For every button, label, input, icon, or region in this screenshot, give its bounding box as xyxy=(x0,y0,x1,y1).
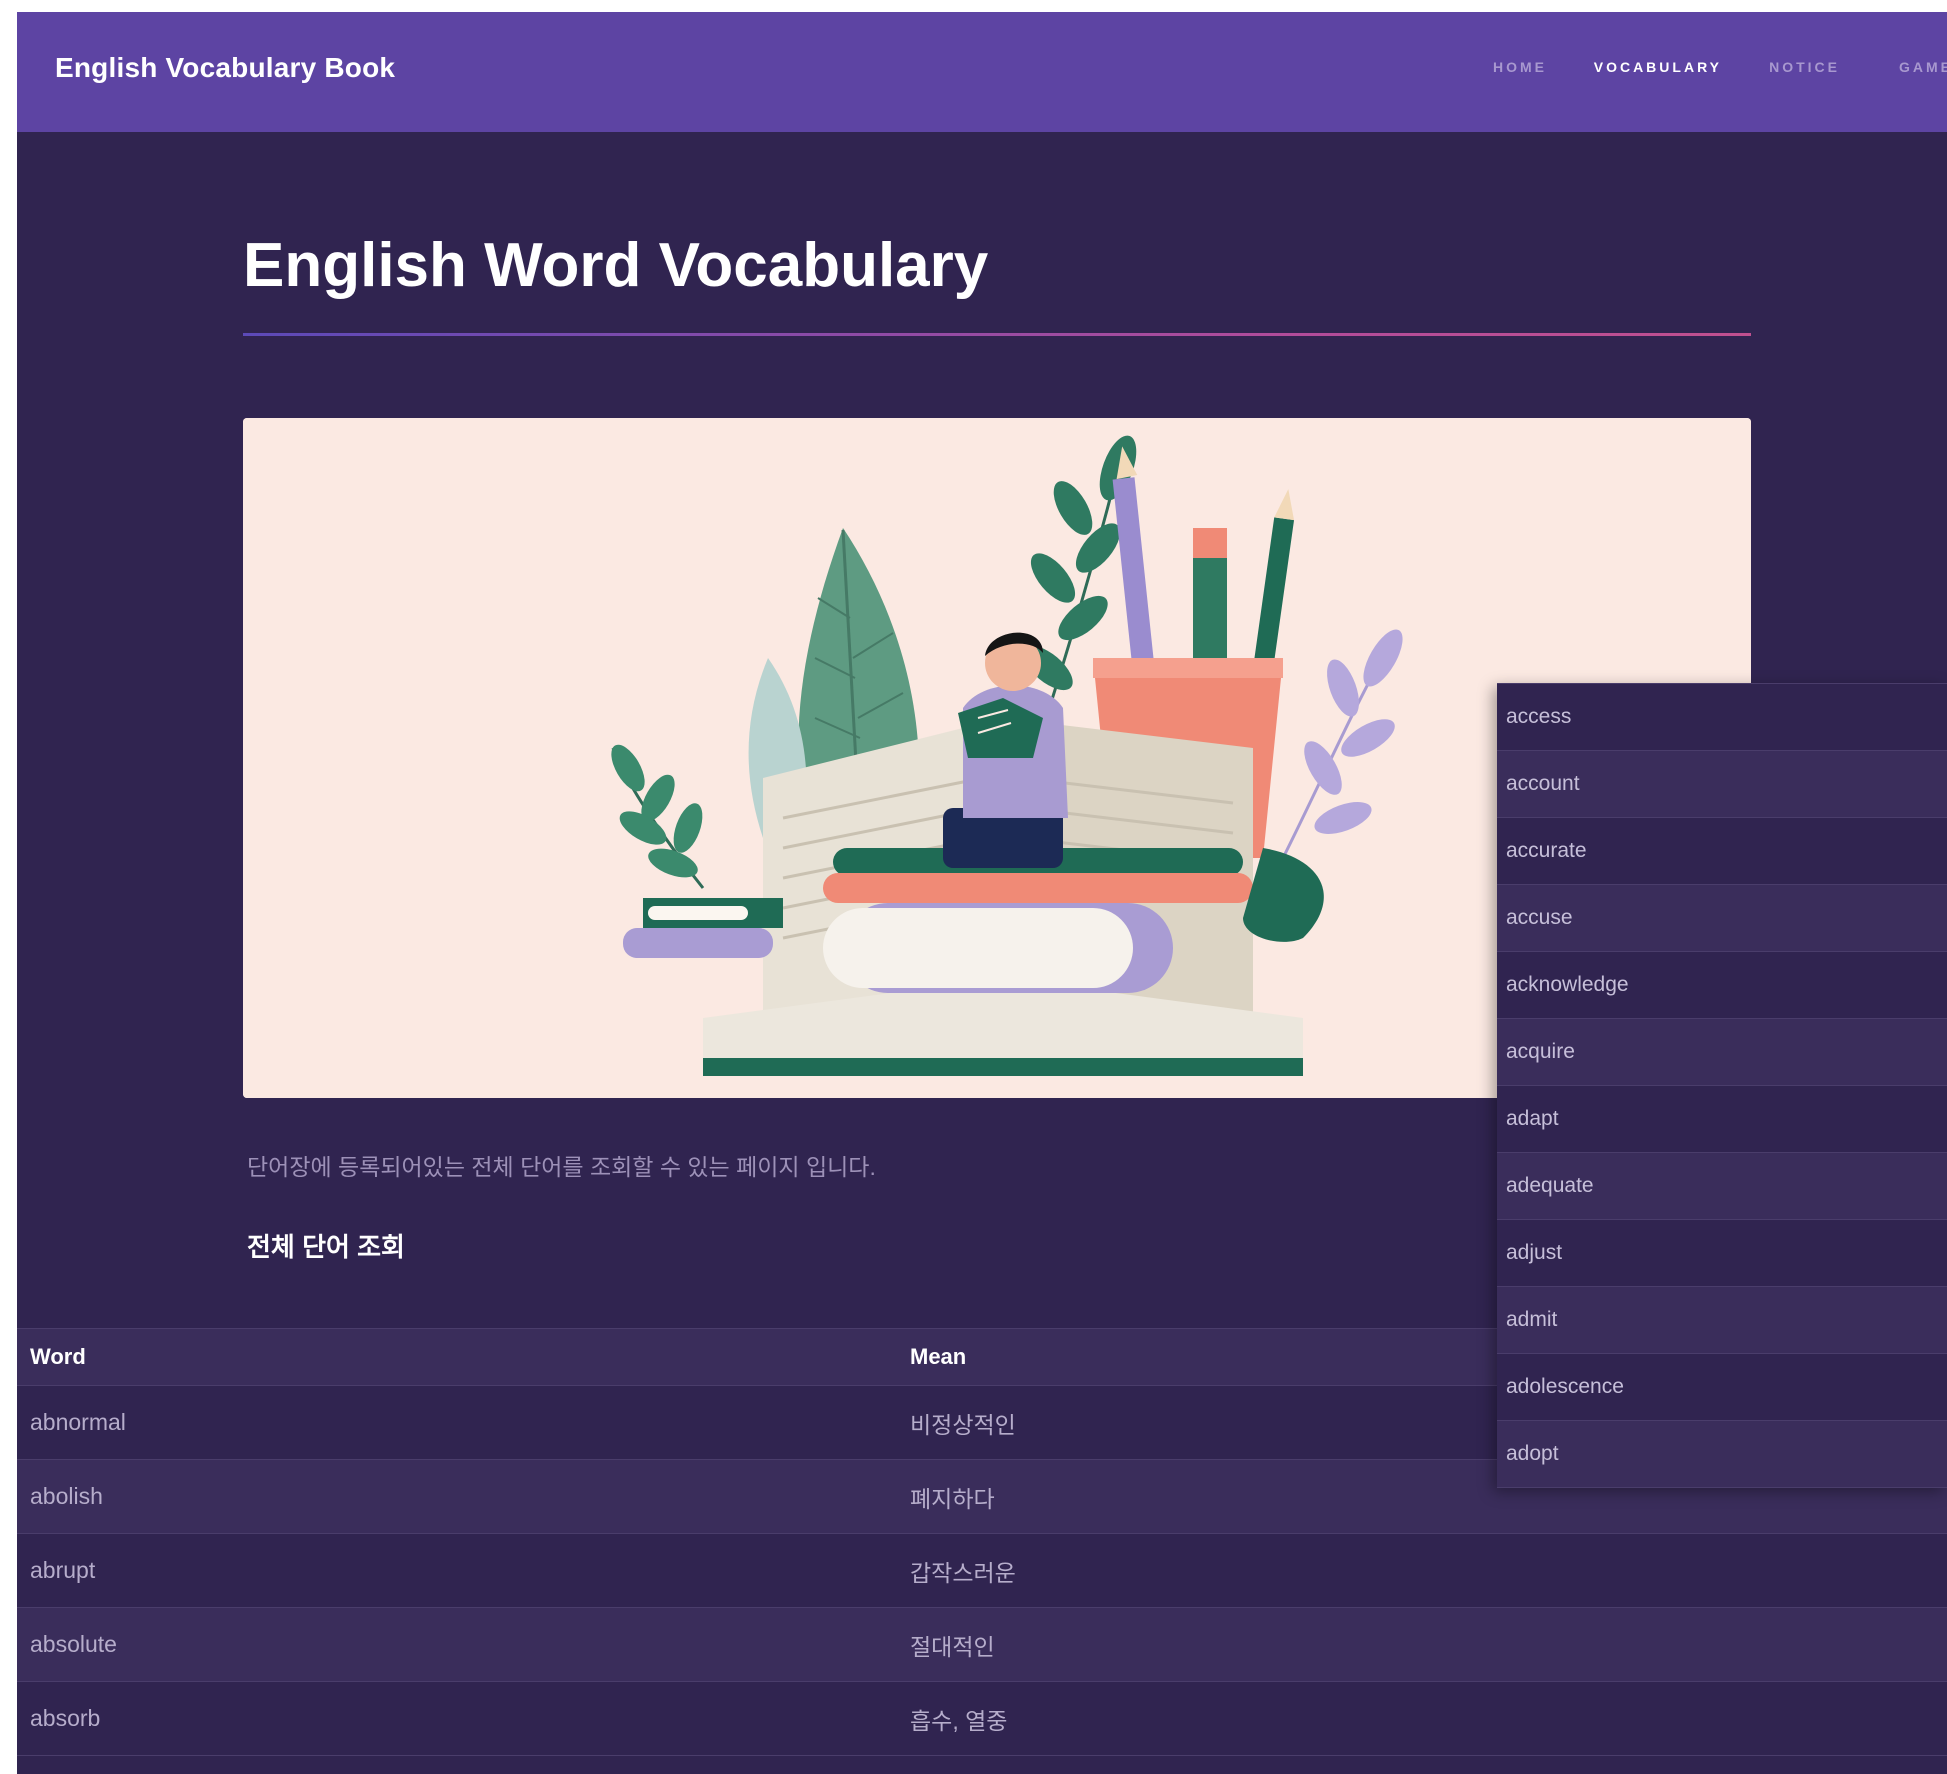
dropdown-item-adolescence[interactable]: adolescence xyxy=(1497,1354,1947,1421)
nav-notice[interactable]: NOTICE xyxy=(1769,59,1840,75)
word-cell: abolish xyxy=(17,1459,897,1534)
title-divider xyxy=(243,333,1751,336)
nav-home[interactable]: HOME xyxy=(1493,59,1547,75)
nav-vocabulary[interactable]: VOCABULARY xyxy=(1594,59,1722,75)
table-row[interactable]: abrupt 갑작스러운 xyxy=(17,1533,1947,1608)
dropdown-item-adjust[interactable]: adjust xyxy=(1497,1220,1947,1287)
dropdown-item-adequate[interactable]: adequate xyxy=(1497,1153,1947,1220)
dropdown-item-admit[interactable]: admit xyxy=(1497,1287,1947,1354)
table-row[interactable]: absolute 절대적인 xyxy=(17,1607,1947,1682)
word-cell: absolute xyxy=(17,1607,897,1682)
word-cell: abrupt xyxy=(17,1533,897,1608)
nav-game[interactable]: GAME xyxy=(1899,59,1947,75)
brand-title[interactable]: English Vocabulary Book xyxy=(55,52,395,84)
section-heading: 전체 단어 조회 xyxy=(247,1232,405,1262)
dropdown-item-adopt[interactable]: adopt xyxy=(1497,1421,1947,1488)
dropdown-item-account[interactable]: account xyxy=(1497,751,1947,818)
dropdown-item-access[interactable]: access xyxy=(1497,684,1947,751)
word-dropdown-list: access account accurate accuse acknowled… xyxy=(1497,683,1947,1488)
mean-cell: 갑작스러운 xyxy=(897,1533,1947,1608)
page-title: English Word Vocabulary xyxy=(243,231,989,300)
mean-cell: 절대적인 xyxy=(897,1607,1947,1682)
word-cell: absorb xyxy=(17,1681,897,1756)
page-description: 단어장에 등록되어있는 전체 단어를 조회할 수 있는 페이지 입니다. xyxy=(247,1154,876,1180)
dropdown-item-adapt[interactable]: adapt xyxy=(1497,1086,1947,1153)
dropdown-item-accurate[interactable]: accurate xyxy=(1497,818,1947,885)
mean-cell: 흡수, 열중 xyxy=(897,1681,1947,1756)
top-navbar: English Vocabulary Book HOME VOCABULARY … xyxy=(17,12,1947,132)
word-cell: abnormal xyxy=(17,1385,897,1460)
table-row[interactable]: absorb 흡수, 열중 xyxy=(17,1681,1947,1756)
dropdown-item-acquire[interactable]: acquire xyxy=(1497,1019,1947,1086)
app-window: English Vocabulary Book HOME VOCABULARY … xyxy=(17,12,1947,1774)
dropdown-item-acknowledge[interactable]: acknowledge xyxy=(1497,952,1947,1019)
column-header-word[interactable]: Word xyxy=(17,1328,897,1386)
dropdown-item-accuse[interactable]: accuse xyxy=(1497,885,1947,952)
